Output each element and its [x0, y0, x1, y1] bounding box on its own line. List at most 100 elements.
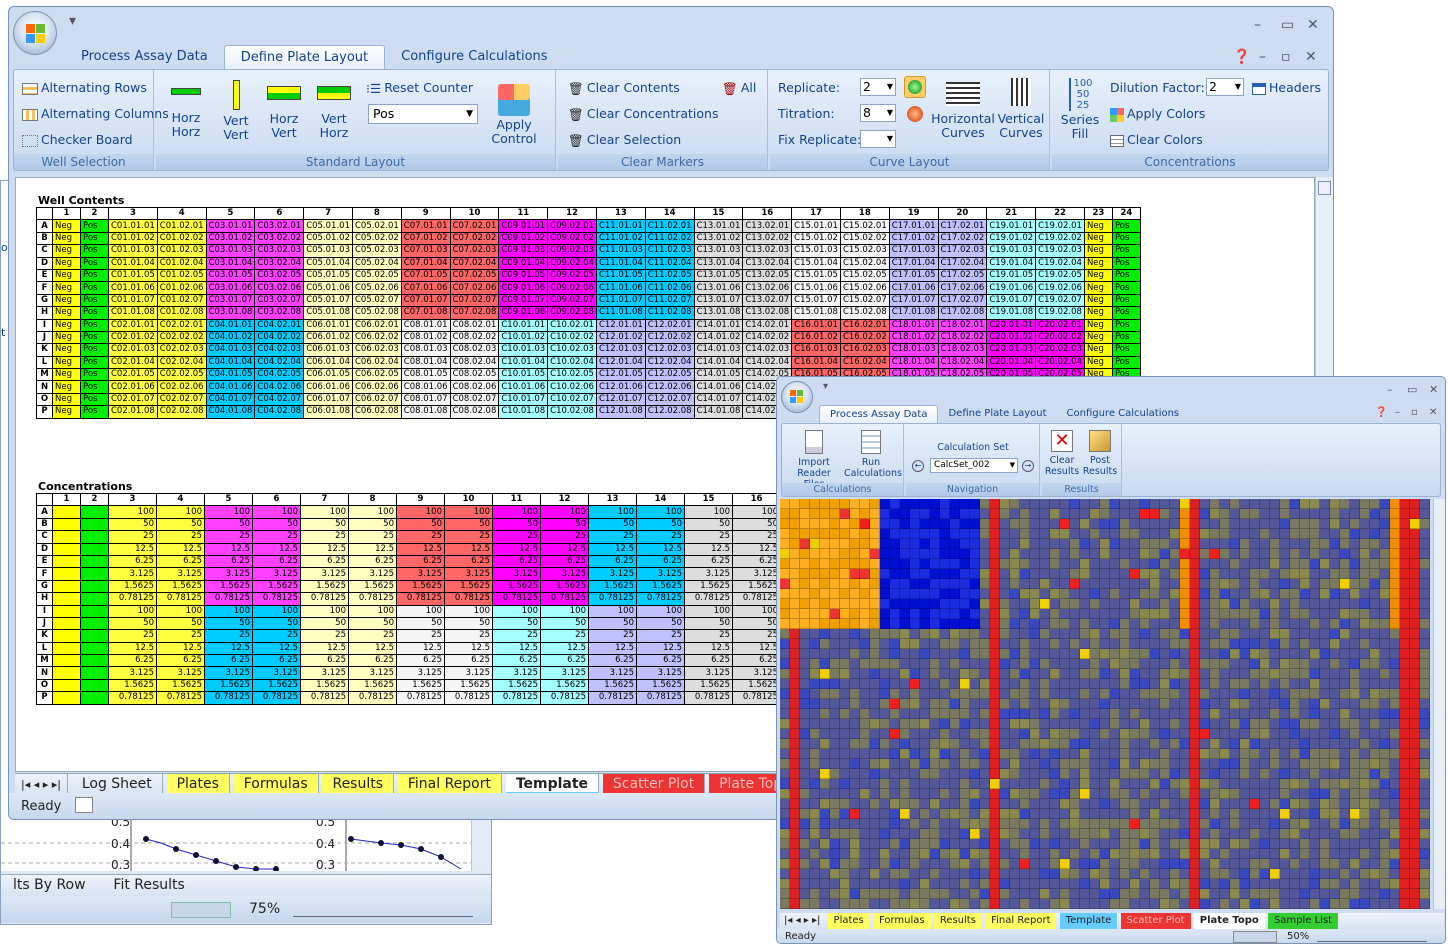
table-cell[interactable]: C19.02.08	[1035, 306, 1085, 320]
table-cell[interactable]: 1.5625	[684, 678, 733, 693]
close-icon[interactable]: ✕	[1307, 17, 1319, 33]
table-cell[interactable]: C18.02.04	[937, 355, 988, 370]
table-cell[interactable]: C01.02.08	[156, 306, 207, 320]
table-cell[interactable]: 50	[540, 517, 589, 532]
table-cell[interactable]: 25	[540, 629, 589, 643]
column-header[interactable]: 9	[396, 492, 445, 507]
table-cell[interactable]: C12.02.05	[644, 368, 695, 382]
table-cell[interactable]: C09.01.02	[498, 231, 549, 246]
table-cell[interactable]: C07.01.03	[400, 244, 451, 258]
horz-horz-button[interactable]: Horz Horz	[166, 78, 206, 139]
headers-button[interactable]: Headers	[1252, 80, 1321, 95]
table-cell[interactable]: C18.01.02	[888, 330, 939, 345]
sheet-tab[interactable]: Fit Results	[101, 875, 196, 895]
table-cell[interactable]: 12.5	[732, 542, 781, 556]
table-cell[interactable]: Pos	[1111, 306, 1141, 320]
table-cell[interactable]: 12.5	[732, 641, 781, 656]
table-cell[interactable]: 25	[588, 530, 637, 544]
table-cell[interactable]: C11.02.07	[644, 293, 695, 308]
fix-replicate-select[interactable]: ▼	[860, 130, 896, 148]
sheet-tab-plates[interactable]: Plates	[827, 913, 870, 929]
table-cell[interactable]	[52, 654, 81, 668]
table-cell[interactable]: C11.02.02	[644, 231, 695, 246]
table-cell[interactable]: C12.01.06	[595, 380, 646, 394]
clear-colors-button[interactable]: Clear Colors	[1110, 132, 1203, 147]
table-cell[interactable]: 25	[300, 530, 349, 544]
table-cell[interactable]: C14.01.03	[693, 343, 744, 357]
table-cell[interactable]: 25	[396, 629, 445, 643]
row-header[interactable]: I	[36, 318, 53, 332]
table-cell[interactable]: 3.125	[588, 666, 637, 680]
table-cell[interactable]: C06.02.03	[351, 343, 402, 357]
table-cell[interactable]: C12.02.01	[644, 318, 695, 332]
table-cell[interactable]: C06.02.02	[351, 330, 402, 345]
table-cell[interactable]: 100	[588, 505, 637, 519]
table-cell[interactable]: C08.02.03	[449, 343, 500, 357]
table-cell[interactable]: C15.01.07	[791, 293, 841, 308]
table-cell[interactable]: Neg	[52, 355, 81, 370]
row-header[interactable]: O	[36, 392, 53, 407]
table-cell[interactable]: C12.01.04	[595, 355, 646, 370]
table-cell[interactable]: 1.5625	[156, 678, 205, 693]
table-cell[interactable]: Neg	[1083, 343, 1113, 357]
sheet-tab-final-report[interactable]: Final Report	[397, 774, 502, 795]
table-cell[interactable]: 100	[156, 505, 205, 519]
table-cell[interactable]: 3.125	[684, 666, 733, 680]
table-cell[interactable]: 6.25	[636, 654, 685, 668]
row-header[interactable]: B	[36, 517, 53, 532]
clear-results-button[interactable]: ✕ Clear Results	[1044, 430, 1080, 477]
table-cell[interactable]: C10.02.01	[547, 318, 597, 332]
table-cell[interactable]: C09.01.03	[498, 244, 549, 258]
table-cell[interactable]: 0.78125	[636, 592, 685, 606]
table-cell[interactable]: 0.78125	[108, 592, 157, 606]
table-cell[interactable]: Pos	[1111, 343, 1141, 357]
table-cell[interactable]: C03.01.08	[205, 306, 256, 320]
table-cell[interactable]: 3.125	[156, 567, 205, 581]
table-cell[interactable]: C13.02.08	[742, 306, 793, 320]
table-cell[interactable]: C01.01.02	[108, 231, 158, 246]
table-cell[interactable]: C10.01.04	[498, 355, 549, 370]
table-cell[interactable]: C17.01.06	[888, 281, 939, 295]
table-cell[interactable]: 50	[348, 517, 397, 532]
table-cell[interactable]: 6.25	[396, 554, 445, 569]
table-cell[interactable]: C01.01.01	[108, 219, 158, 233]
post-results-button[interactable]: Post Results	[1082, 430, 1118, 477]
table-cell[interactable]: 50	[156, 616, 205, 631]
table-cell[interactable]: C17.02.08	[937, 306, 988, 320]
apply-control-button[interactable]: Apply Control	[486, 78, 542, 146]
table-cell[interactable]: 1.5625	[540, 579, 589, 594]
table-cell[interactable]: C08.02.07	[449, 392, 500, 407]
table-cell[interactable]: C19.01.02	[986, 231, 1037, 246]
table-cell[interactable]: 0.78125	[492, 592, 541, 606]
table-cell[interactable]	[80, 691, 109, 705]
table-cell[interactable]: 50	[156, 517, 205, 532]
table-cell[interactable]: 1.5625	[444, 579, 493, 594]
alternating-rows-button[interactable]: Alternating Rows	[22, 80, 147, 95]
table-cell[interactable]: C13.02.06	[742, 281, 793, 295]
table-cell[interactable]	[52, 567, 81, 581]
table-cell[interactable]: 100	[300, 604, 349, 618]
table-cell[interactable]: C13.01.08	[693, 306, 744, 320]
column-header[interactable]: 1	[52, 492, 81, 507]
table-cell[interactable]: C01.01.06	[108, 281, 158, 295]
table-cell[interactable]: C19.01.03	[986, 244, 1037, 258]
calculation-set-select[interactable]: CalcSet_002 ▼	[930, 458, 1018, 473]
table-cell[interactable]: C04.02.01	[254, 318, 305, 332]
sheet-tab-scatter-plot[interactable]: Scatter Plot	[1120, 913, 1191, 929]
row-header[interactable]: F	[36, 567, 53, 581]
table-cell[interactable]: 6.25	[684, 654, 733, 668]
table-cell[interactable]: Pos	[1111, 219, 1141, 233]
table-cell[interactable]: C06.01.05	[303, 368, 353, 382]
table-cell[interactable]: C02.02.02	[156, 330, 207, 345]
table-cell[interactable]: 6.25	[108, 654, 157, 668]
table-cell[interactable]: C07.01.04	[400, 256, 451, 270]
table-cell[interactable]: 6.25	[252, 654, 301, 668]
table-cell[interactable]: Pos	[80, 343, 109, 357]
table-cell[interactable]: 12.5	[156, 641, 205, 656]
table-cell[interactable]: 50	[204, 517, 253, 532]
table-cell[interactable]: C02.01.04	[108, 355, 158, 370]
table-cell[interactable]: C01.01.07	[108, 293, 158, 308]
sheet-tab-results[interactable]: Results	[933, 913, 982, 929]
table-cell[interactable]: 1.5625	[204, 678, 253, 693]
table-cell[interactable]: 0.78125	[540, 691, 589, 705]
